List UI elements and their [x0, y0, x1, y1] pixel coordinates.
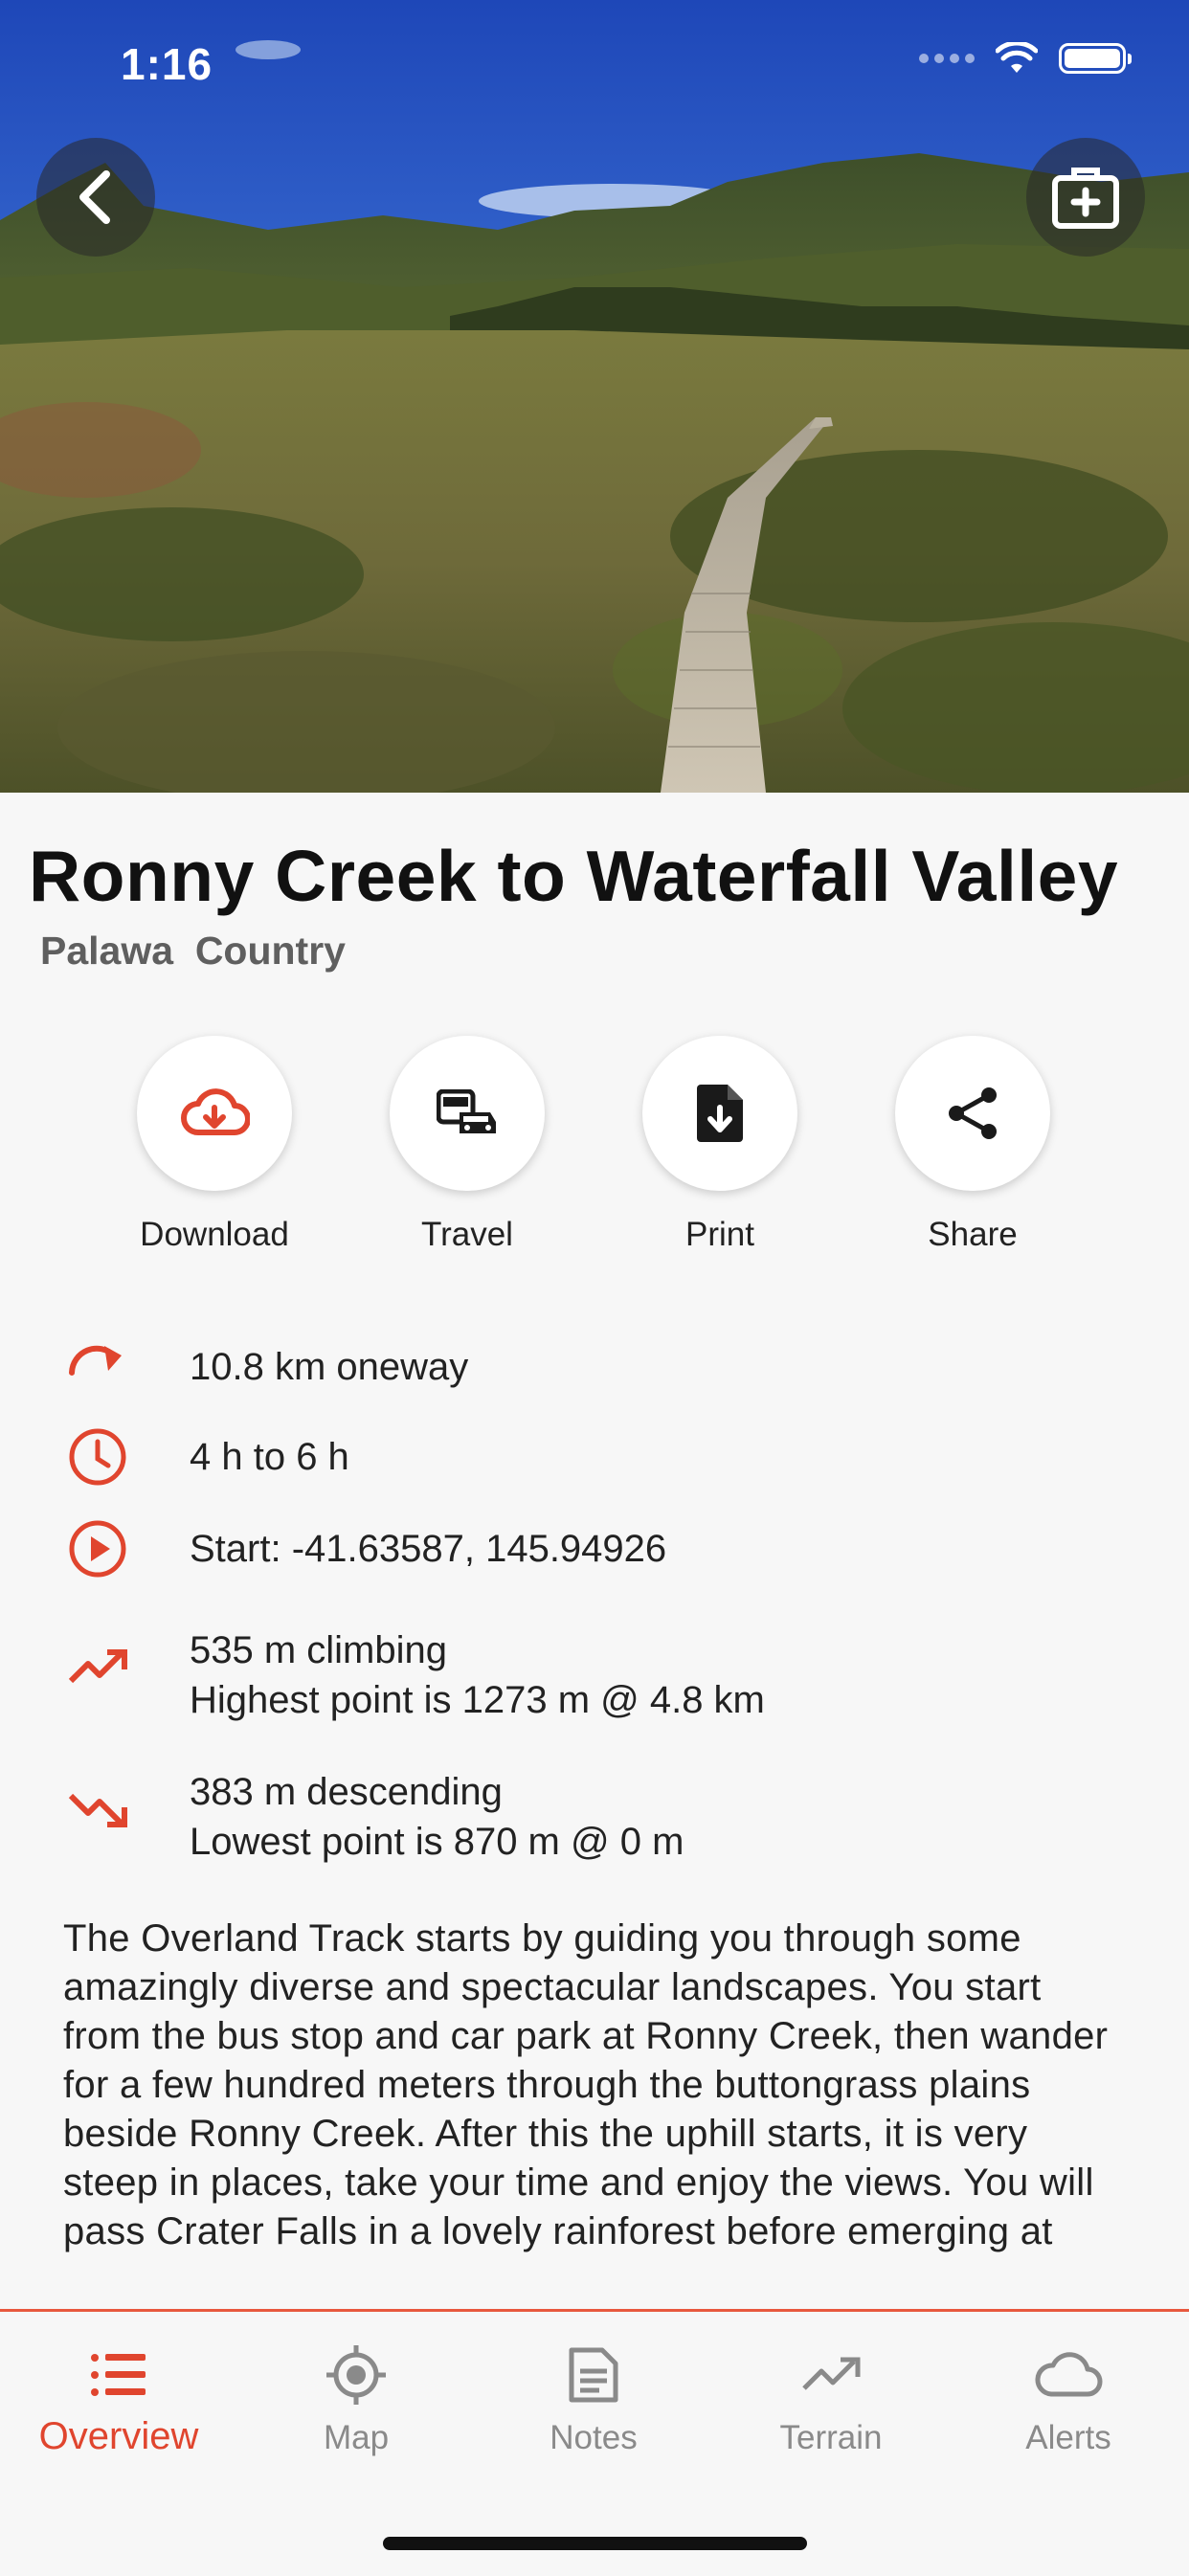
- download-button[interactable]: Download: [88, 1036, 341, 1254]
- file-download-icon: [697, 1085, 743, 1142]
- print-button[interactable]: Print: [594, 1036, 846, 1254]
- tab-notes[interactable]: Notes: [475, 2339, 712, 2457]
- back-button[interactable]: [36, 138, 155, 257]
- lowest-point-line: Lowest point is 870 m @ 0 m: [190, 1821, 684, 1863]
- page-title: Ronny Creek to Waterfall Valley: [29, 836, 1119, 916]
- tab-overview[interactable]: Overview: [0, 2339, 237, 2458]
- redo-arrow-icon: [63, 1325, 132, 1394]
- duration-text: 4 h to 6 h: [190, 1436, 349, 1478]
- tab-map-label: Map: [323, 2419, 390, 2456]
- print-label: Print: [685, 1216, 754, 1253]
- travel-circle[interactable]: [390, 1036, 545, 1191]
- list-icon: [0, 2339, 237, 2411]
- bus-car-icon: [437, 1089, 496, 1133]
- trending-up-icon: [712, 2339, 950, 2411]
- hero-photo: 1:16: [0, 0, 1189, 793]
- track-description: The Overland Track starts by guiding you…: [63, 1917, 1109, 2252]
- climbing-line: 535 m climbing: [190, 1629, 448, 1671]
- chevron-left-icon: [79, 170, 110, 224]
- descending-line: 383 m descending: [190, 1771, 503, 1813]
- tab-alerts[interactable]: Alerts: [950, 2339, 1187, 2457]
- tab-notes-label: Notes: [550, 2419, 638, 2456]
- status-icons: [919, 42, 1132, 75]
- tab-map[interactable]: Map: [237, 2339, 475, 2457]
- download-circle[interactable]: [137, 1036, 292, 1191]
- share-circle[interactable]: [895, 1036, 1050, 1191]
- first-aid-button[interactable]: [1026, 138, 1145, 257]
- notes-icon: [475, 2339, 712, 2411]
- first-aid-kit-icon: [1052, 168, 1119, 229]
- climbing-text: 535 m climbing Highest point is 1273 m @…: [190, 1625, 765, 1725]
- share-icon: [949, 1087, 997, 1139]
- start-text: Start: -41.63587, 145.94926: [190, 1528, 667, 1570]
- share-label: Share: [928, 1216, 1018, 1253]
- home-indicator[interactable]: [383, 2537, 807, 2550]
- tab-terrain[interactable]: Terrain: [712, 2339, 950, 2457]
- travel-button[interactable]: Travel: [341, 1036, 594, 1254]
- highest-point-line: Highest point is 1273 m @ 4.8 km: [190, 1679, 765, 1721]
- wifi-icon: [996, 42, 1038, 73]
- tab-alerts-label: Alerts: [1025, 2419, 1111, 2456]
- cloud-icon: [950, 2339, 1187, 2411]
- trending-up-icon: [63, 1633, 132, 1702]
- print-circle[interactable]: [642, 1036, 797, 1191]
- cloud-download-icon: [181, 1088, 250, 1135]
- download-label: Download: [140, 1216, 289, 1253]
- battery-icon: [1059, 43, 1132, 74]
- distance-text: 10.8 km oneway: [190, 1346, 469, 1388]
- location-target-icon: [237, 2339, 475, 2411]
- page-subtitle: Palawa Country: [40, 929, 346, 973]
- trending-down-icon: [63, 1775, 132, 1844]
- descending-text: 383 m descending Lowest point is 870 m @…: [190, 1767, 684, 1867]
- tab-overview-label: Overview: [38, 2415, 199, 2457]
- cellular-signal-icon: [919, 54, 975, 63]
- clock-icon: [63, 1422, 132, 1491]
- status-bar: 1:16: [0, 0, 1189, 126]
- share-button[interactable]: Share: [846, 1036, 1099, 1254]
- travel-label: Travel: [421, 1216, 513, 1253]
- tab-terrain-label: Terrain: [779, 2419, 883, 2456]
- action-row: Download Travel Print Share: [0, 1036, 1189, 1266]
- status-time: 1:16: [121, 39, 213, 89]
- play-circle-icon: [63, 1514, 132, 1583]
